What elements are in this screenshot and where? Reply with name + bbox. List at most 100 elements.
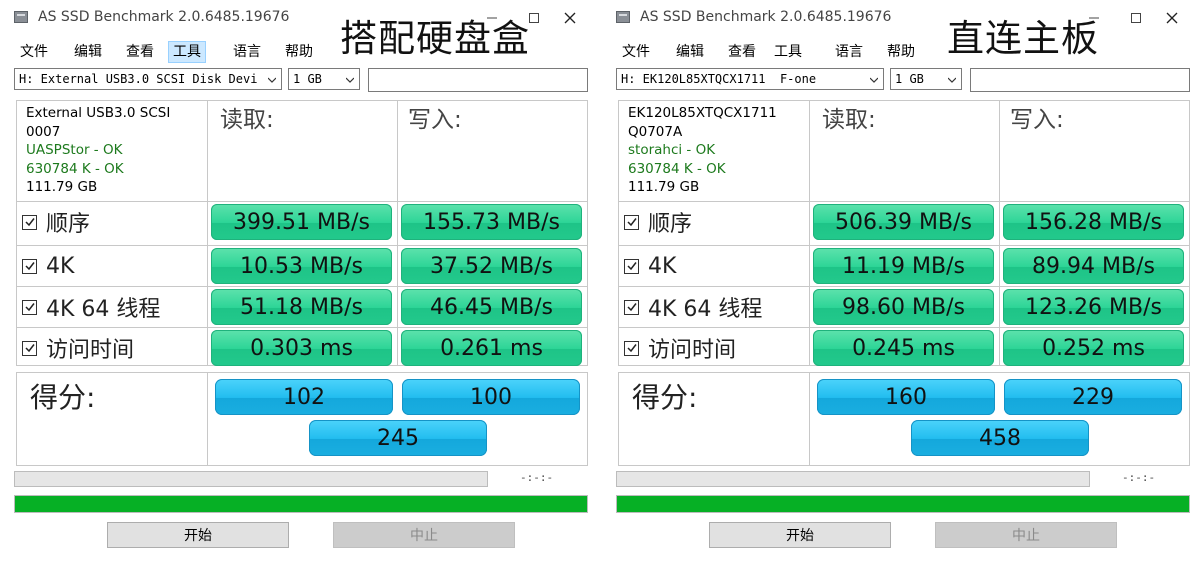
size-select-value: 1 GB (895, 72, 924, 86)
seq-write-result: 156.28 MB/s (1003, 204, 1184, 240)
row-seq-label[interactable]: 顺序 (22, 202, 90, 242)
read-header: 读取: (220, 107, 274, 133)
close-button[interactable] (548, 4, 592, 32)
seq-write-result: 155.73 MB/s (401, 204, 582, 240)
window-title: AS SSD Benchmark 2.0.6485.19676 (640, 9, 892, 25)
checkbox-checked-icon[interactable] (624, 299, 639, 315)
stop-button[interactable]: 中止 (935, 522, 1117, 548)
menu-file[interactable]: 文件 (16, 41, 52, 63)
drive-model: External USB3.0 SCSI (26, 105, 171, 121)
chevron-down-icon (268, 77, 276, 83)
close-button[interactable] (1150, 4, 1194, 32)
checkbox-checked-icon[interactable] (22, 214, 37, 230)
row-label-text: 访问时间 (648, 338, 737, 363)
score-read: 160 (817, 379, 995, 415)
menu-bar: 文件 编辑 查看 工具 语言 帮助 (602, 38, 1200, 66)
divider (618, 201, 1190, 202)
checkbox-checked-icon[interactable] (624, 214, 639, 230)
menu-file[interactable]: 文件 (618, 41, 654, 63)
access-write-result: 0.252 ms (1003, 330, 1184, 366)
read-header: 读取: (822, 107, 876, 133)
row-4k-label[interactable]: 4K (624, 246, 676, 286)
access-write-result: 0.261 ms (401, 330, 582, 366)
drive-model: EK120L85XTQCX1711 (628, 105, 777, 121)
benchmark-window-usb-enclosure: AS SSD Benchmark 2.0.6485.19676 搭配硬盘盒 文件… (0, 0, 598, 564)
start-button[interactable]: 开始 (709, 522, 891, 548)
drive-select-value: H: External USB3.0 SCSI Disk Devi (19, 72, 258, 86)
minimize-icon (487, 17, 497, 19)
row-seq-label[interactable]: 顺序 (624, 202, 692, 242)
benchmark-window-direct-motherboard: AS SSD Benchmark 2.0.6485.19676 直连主板 文件 … (602, 0, 1200, 564)
row-label-text: 顺序 (46, 212, 91, 237)
row-4k64-label[interactable]: 4K 64 线程 (22, 287, 160, 327)
size-select[interactable]: 1 GB (890, 68, 962, 90)
size-select[interactable]: 1 GB (288, 68, 360, 90)
checkbox-checked-icon[interactable] (624, 340, 639, 356)
minimize-button[interactable] (1072, 4, 1116, 32)
score-read: 102 (215, 379, 393, 415)
maximize-icon (1131, 13, 1141, 23)
menu-view[interactable]: 查看 (122, 41, 158, 63)
menu-tools[interactable]: 工具 (770, 41, 806, 63)
4k64-write-result: 123.26 MB/s (1003, 289, 1184, 325)
score-label: 得分: (30, 381, 96, 414)
4k-read-result: 11.19 MB/s (813, 248, 994, 284)
menu-language[interactable]: 语言 (229, 41, 265, 63)
text-input[interactable] (368, 68, 588, 92)
menu-language[interactable]: 语言 (831, 41, 867, 63)
divider (207, 372, 208, 466)
menu-help[interactable]: 帮助 (883, 41, 919, 63)
4k-write-result: 89.94 MB/s (1003, 248, 1184, 284)
row-label-text: 4K (648, 253, 677, 279)
progress-fill (15, 496, 587, 512)
chevron-down-icon (948, 77, 956, 83)
menu-view[interactable]: 查看 (724, 41, 760, 63)
access-read-result: 0.303 ms (211, 330, 392, 366)
menu-edit[interactable]: 编辑 (70, 41, 106, 63)
menu-bar: 文件 编辑 查看 工具 语言 帮助 (0, 38, 598, 66)
seq-read-result: 399.51 MB/s (211, 204, 392, 240)
row-4k64-label[interactable]: 4K 64 线程 (624, 287, 762, 327)
row-access-label[interactable]: 访问时间 (22, 328, 134, 368)
menu-help[interactable]: 帮助 (281, 41, 317, 63)
minimize-icon (1089, 17, 1099, 19)
driver-status: storahci - OK (628, 142, 716, 158)
score-write: 229 (1004, 379, 1182, 415)
score-write: 100 (402, 379, 580, 415)
divider (618, 245, 1190, 246)
menu-edit[interactable]: 编辑 (672, 41, 708, 63)
drive-select[interactable]: H: External USB3.0 SCSI Disk Devi (14, 68, 282, 90)
row-access-label[interactable]: 访问时间 (624, 328, 736, 368)
alignment-status: 630784 K - OK (628, 160, 726, 177)
checkbox-checked-icon[interactable] (22, 258, 37, 274)
checkbox-checked-icon[interactable] (624, 258, 639, 274)
stop-button[interactable]: 中止 (333, 522, 515, 548)
row-label-text: 4K 64 线程 (46, 297, 161, 322)
text-input[interactable] (970, 68, 1190, 92)
4k64-read-result: 98.60 MB/s (813, 289, 994, 325)
app-icon (14, 11, 28, 23)
chevron-down-icon (346, 77, 354, 83)
sub-progress-bar (14, 471, 488, 487)
drive-capacity: 111.79 GB (26, 179, 98, 195)
menu-tools[interactable]: 工具 (168, 41, 206, 63)
minimize-button[interactable] (470, 4, 514, 32)
row-label-text: 顺序 (648, 212, 693, 237)
app-icon (616, 11, 630, 23)
drive-capacity: 111.79 GB (628, 179, 700, 195)
drive-info: EK120L85XTQCX1711 Q0707A storahci - OK 6… (628, 104, 808, 197)
checkbox-checked-icon[interactable] (22, 340, 37, 356)
write-header: 写入: (408, 107, 462, 133)
start-button[interactable]: 开始 (107, 522, 289, 548)
window-title: AS SSD Benchmark 2.0.6485.19676 (38, 9, 290, 25)
elapsed-timer: -:-:- (520, 471, 554, 484)
driver-status: UASPStor - OK (26, 142, 123, 158)
close-icon (1166, 12, 1178, 24)
title-bar[interactable]: AS SSD Benchmark 2.0.6485.19676 直连主板 (602, 0, 1200, 60)
row-label-text: 4K 64 线程 (648, 297, 763, 322)
title-bar[interactable]: AS SSD Benchmark 2.0.6485.19676 搭配硬盘盒 (0, 0, 598, 60)
progress-fill (617, 496, 1189, 512)
drive-select[interactable]: H: EK120L85XTQCX1711 F-one (616, 68, 884, 90)
checkbox-checked-icon[interactable] (22, 299, 37, 315)
row-4k-label[interactable]: 4K (22, 246, 74, 286)
